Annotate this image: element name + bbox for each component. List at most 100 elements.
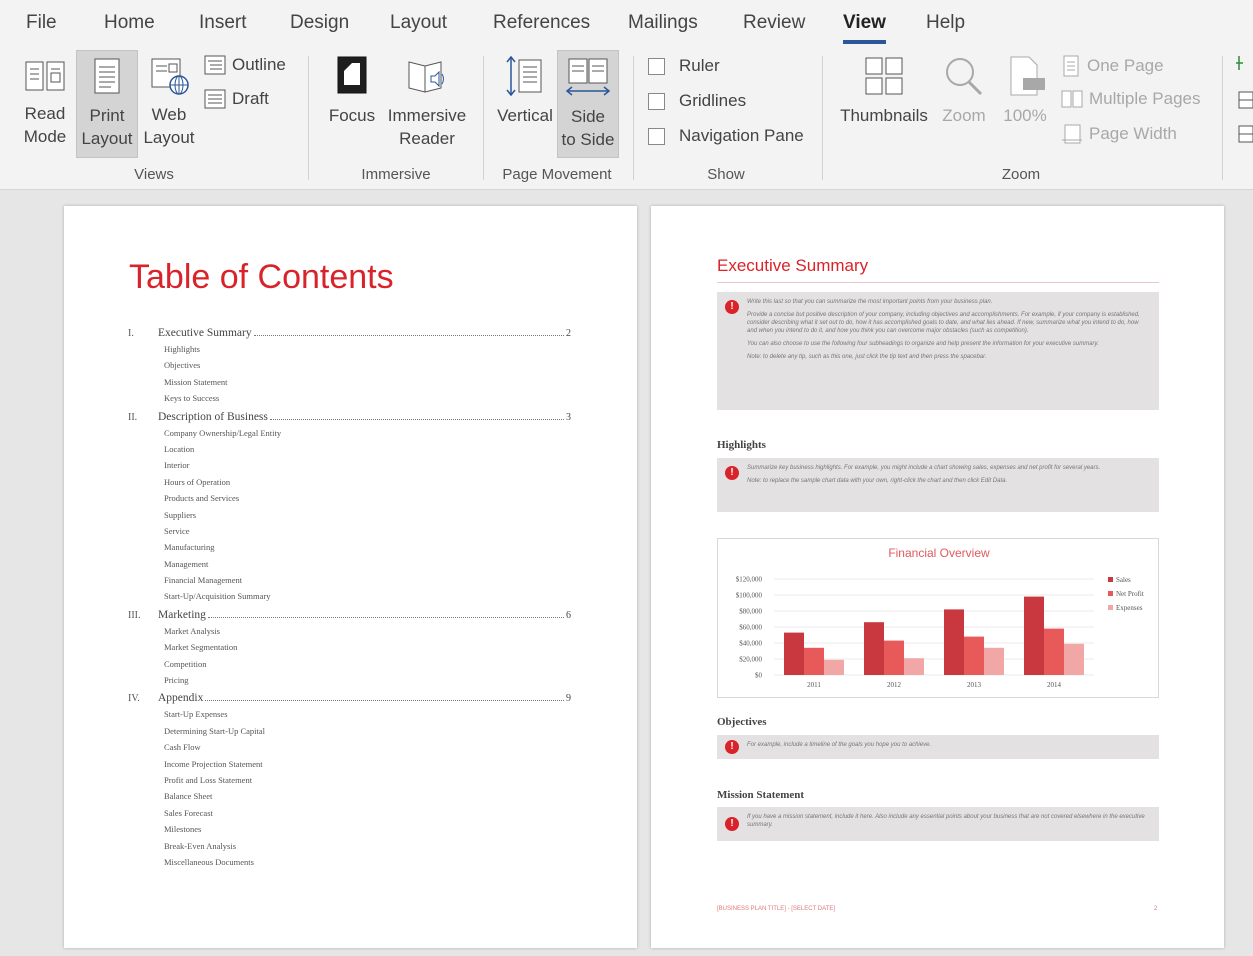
y-tick-label: $80,000 — [739, 608, 762, 616]
document-page-1[interactable]: Table of Contents I. Executive Summary 2 Hi… — [64, 206, 637, 948]
toc-subsection[interactable]: Start-Up/Acquisition Summary — [128, 591, 571, 607]
toc-subsection[interactable]: Hours of Operation — [128, 477, 571, 493]
toc-subsection[interactable]: Service — [128, 526, 571, 542]
toc-subsection[interactable]: Market Analysis — [128, 626, 571, 642]
y-tick-label: $100,000 — [736, 592, 763, 600]
chart-bar-sales — [864, 622, 884, 675]
toc-section-number: II. — [128, 411, 138, 423]
financial-overview-chart[interactable]: Financial Overview $0 $20,000 $40,000 $60,00… — [717, 538, 1159, 698]
tab-layout[interactable]: Layout — [390, 12, 447, 34]
toc-subsection[interactable]: Products and Services — [128, 493, 571, 509]
toc-subsection[interactable]: Milestones — [128, 824, 571, 840]
toc-section-title: Executive Summary — [158, 327, 252, 339]
toc-subsection[interactable]: Competition — [128, 659, 571, 675]
tip-text: You can also choose to use the following… — [747, 341, 1099, 347]
toc-subsection[interactable]: Break-Even Analysis — [128, 841, 571, 857]
chart-bar-expenses — [824, 659, 844, 675]
toc-leader-dots — [253, 326, 564, 336]
document-page-2[interactable]: Executive Summary ! Write this last so t… — [651, 206, 1224, 948]
one-page-label: One Page — [1087, 56, 1164, 75]
tip-text: For example, include a timeline of the g… — [747, 742, 932, 748]
toc-subsection[interactable]: Company Ownership/Legal Entity — [128, 428, 571, 444]
ruler-checkbox-box[interactable] — [648, 57, 665, 75]
read-mode-button[interactable]: Read Mode — [18, 50, 72, 158]
chart-bar-sales — [784, 632, 804, 675]
tab-mailings[interactable]: Mailings — [628, 12, 698, 34]
page-movement-group-label: Page Movement — [502, 166, 612, 183]
toc-subsection[interactable]: Start-Up Expenses — [128, 709, 571, 725]
navigation-pane-checkbox[interactable]: Navigation Pane — [648, 126, 804, 146]
toc-section-number: III. — [128, 609, 141, 621]
tab-home[interactable]: Home — [104, 12, 155, 34]
tab-file[interactable]: File — [26, 12, 57, 34]
thumbnails-label: Thumbnails — [840, 106, 928, 125]
focus-button[interactable]: Focus — [326, 50, 378, 158]
toc-section[interactable]: I. Executive Summary 2 — [128, 326, 571, 344]
toc-subsection[interactable]: Market Segmentation — [128, 642, 571, 658]
print-label: Print — [89, 106, 125, 125]
tab-insert[interactable]: Insert — [199, 12, 247, 34]
toc-subsection[interactable]: Balance Sheet — [128, 791, 571, 807]
tab-design[interactable]: Design — [290, 12, 349, 34]
toc-section[interactable]: IV. Appendix 9 — [128, 691, 571, 709]
reader-label: Reader — [399, 129, 455, 148]
zoom-button[interactable]: Zoom — [936, 50, 992, 158]
read-mode-icon — [25, 61, 65, 91]
ruler-checkbox[interactable]: Ruler — [648, 56, 720, 76]
print-layout-button[interactable]: Print Layout — [76, 50, 138, 158]
web-label: Web — [151, 105, 187, 124]
web-layout-icon — [151, 58, 189, 95]
side-to-side-button[interactable]: Side to Side — [557, 50, 619, 158]
toc-subsection[interactable]: Highlights — [128, 344, 571, 360]
multiple-pages-button[interactable]: Multiple Pages — [1061, 89, 1201, 109]
toc-subsection[interactable]: Cash Flow — [128, 742, 571, 758]
outline-button[interactable]: Outline — [204, 55, 286, 75]
vertical-button[interactable]: Vertical — [494, 50, 556, 158]
navigation-pane-checkbox-box[interactable] — [648, 127, 665, 145]
one-page-button[interactable]: One Page — [1061, 55, 1164, 77]
thumbnails-button[interactable]: Thumbnails — [836, 50, 932, 158]
tab-review[interactable]: Review — [743, 12, 805, 34]
toc-section[interactable]: III. Marketing 6 — [128, 608, 571, 626]
toc-subsection[interactable]: Determining Start-Up Capital — [128, 726, 571, 742]
toc-leader-dots — [207, 608, 564, 618]
x-tick-label: 2012 — [887, 681, 902, 689]
toc-subsection[interactable]: Sales Forecast — [128, 808, 571, 824]
toc-section[interactable]: II. Description of Business 3 — [128, 410, 571, 428]
toc-subsection[interactable]: Manufacturing — [128, 542, 571, 558]
toc-subsection[interactable]: Management — [128, 559, 571, 575]
web-layout-button[interactable]: Web Layout — [141, 50, 197, 158]
page-width-button[interactable]: Page Width — [1061, 123, 1177, 145]
toc-subsection[interactable]: Financial Management — [128, 575, 571, 591]
zoom-100-button[interactable]: 100% — [997, 50, 1053, 158]
chart-bar-sales — [1024, 596, 1044, 675]
toc-subsection[interactable]: Objectives — [128, 360, 571, 376]
mission-statement-heading: Mission Statement — [717, 789, 805, 801]
web-layout-label: Layout — [143, 128, 195, 147]
toc-subsection[interactable]: Mission Statement — [128, 377, 571, 393]
draft-button[interactable]: Draft — [204, 89, 269, 109]
window-group-icons[interactable] — [1236, 54, 1253, 154]
x-tick-label: 2013 — [967, 681, 982, 689]
tab-help[interactable]: Help — [926, 12, 965, 34]
toc-subsection[interactable]: Profit and Loss Statement — [128, 775, 571, 791]
chart-bar-net-profit — [884, 640, 904, 675]
toc-subsection[interactable]: Location — [128, 444, 571, 460]
toc-subsection[interactable]: Suppliers — [128, 510, 571, 526]
toc-title: Table of Contents — [129, 258, 394, 296]
group-separator — [633, 56, 634, 180]
page-width-label: Page Width — [1089, 124, 1177, 143]
toc-subsection[interactable]: Pricing — [128, 675, 571, 691]
toc-subsection[interactable]: Keys to Success — [128, 393, 571, 409]
gridlines-checkbox-box[interactable] — [648, 92, 665, 110]
toc-subsection[interactable]: Miscellaneous Documents — [128, 857, 571, 873]
toc-subsection[interactable]: Interior — [128, 460, 571, 476]
side-label: Side — [570, 107, 606, 126]
tab-references[interactable]: References — [493, 12, 590, 34]
x-tick-label: 2014 — [1047, 681, 1062, 689]
immersive-reader-button[interactable]: Immersive Reader — [385, 50, 469, 158]
tab-view[interactable]: View — [843, 12, 886, 44]
toc-subsection[interactable]: Income Projection Statement — [128, 759, 571, 775]
gridlines-checkbox[interactable]: Gridlines — [648, 91, 746, 111]
draft-icon — [204, 89, 226, 109]
